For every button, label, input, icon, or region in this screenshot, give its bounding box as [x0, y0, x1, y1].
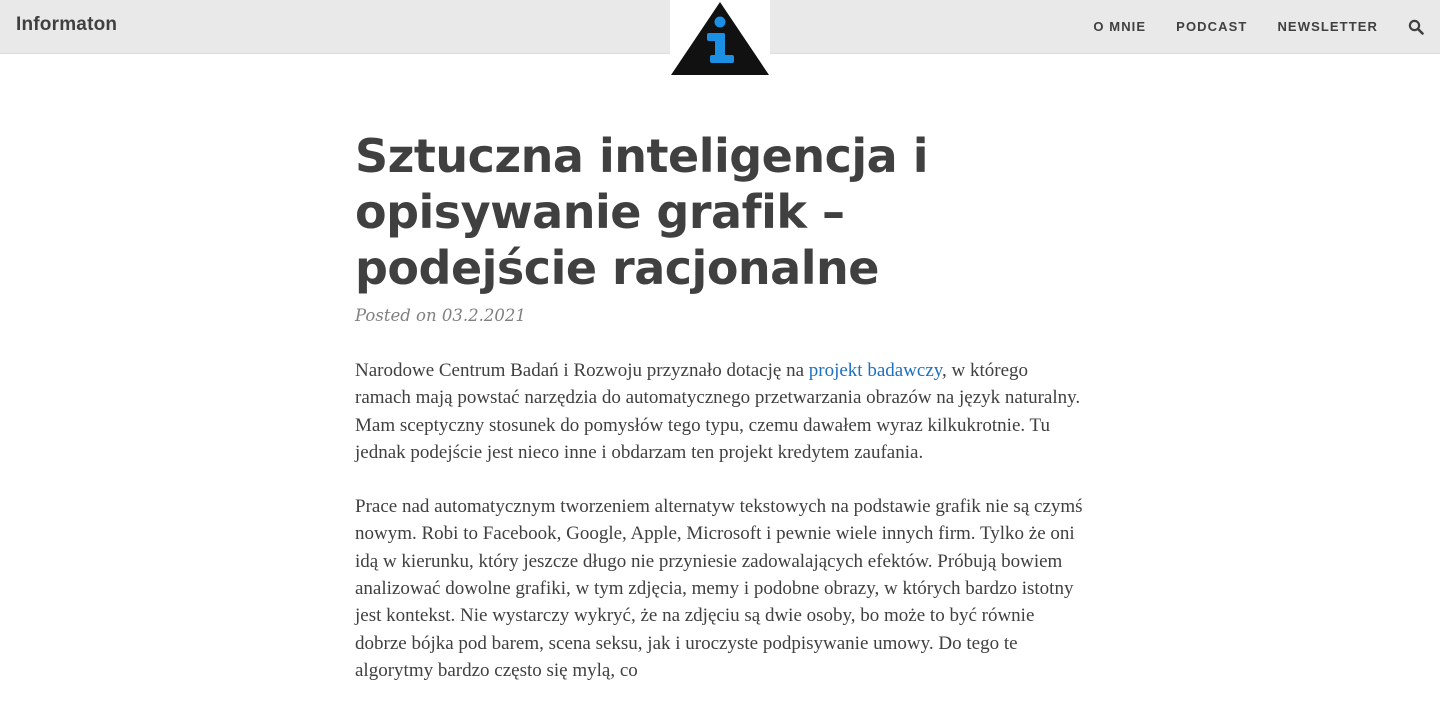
paragraph: Prace nad automatycznym tworzeniem alter…	[355, 496, 1083, 681]
top-navbar: Informaton O MNIE PODCAST NEWSLETTER	[0, 0, 1440, 77]
post-date: Posted on 03.2.2021	[355, 306, 526, 325]
post-body: Narodowe Centrum Badań i Rozwoju przyzna…	[355, 357, 1085, 684]
nav-item-newsletter[interactable]: NEWSLETTER	[1277, 19, 1378, 34]
search-button[interactable]	[1408, 19, 1424, 35]
research-project-link[interactable]: projekt badawczy	[809, 360, 942, 381]
article: Sztuczna inteligencja i opisywanie grafi…	[355, 128, 1085, 711]
nav-item-o-mnie[interactable]: O MNIE	[1093, 19, 1146, 34]
site-logo[interactable]	[670, 0, 770, 77]
paragraph: Narodowe Centrum Badań i Rozwoju przyzna…	[355, 357, 1085, 466]
info-triangle-icon	[671, 2, 769, 75]
post-title: Sztuczna inteligencja i opisywanie grafi…	[355, 129, 928, 295]
search-icon	[1408, 19, 1424, 35]
nav-item-podcast[interactable]: PODCAST	[1176, 19, 1247, 34]
site-title-link[interactable]: Informaton	[16, 14, 117, 36]
main-nav: O MNIE PODCAST NEWSLETTER	[1063, 0, 1424, 53]
paragraph-text: Narodowe Centrum Badań i Rozwoju przyzna…	[355, 360, 809, 381]
